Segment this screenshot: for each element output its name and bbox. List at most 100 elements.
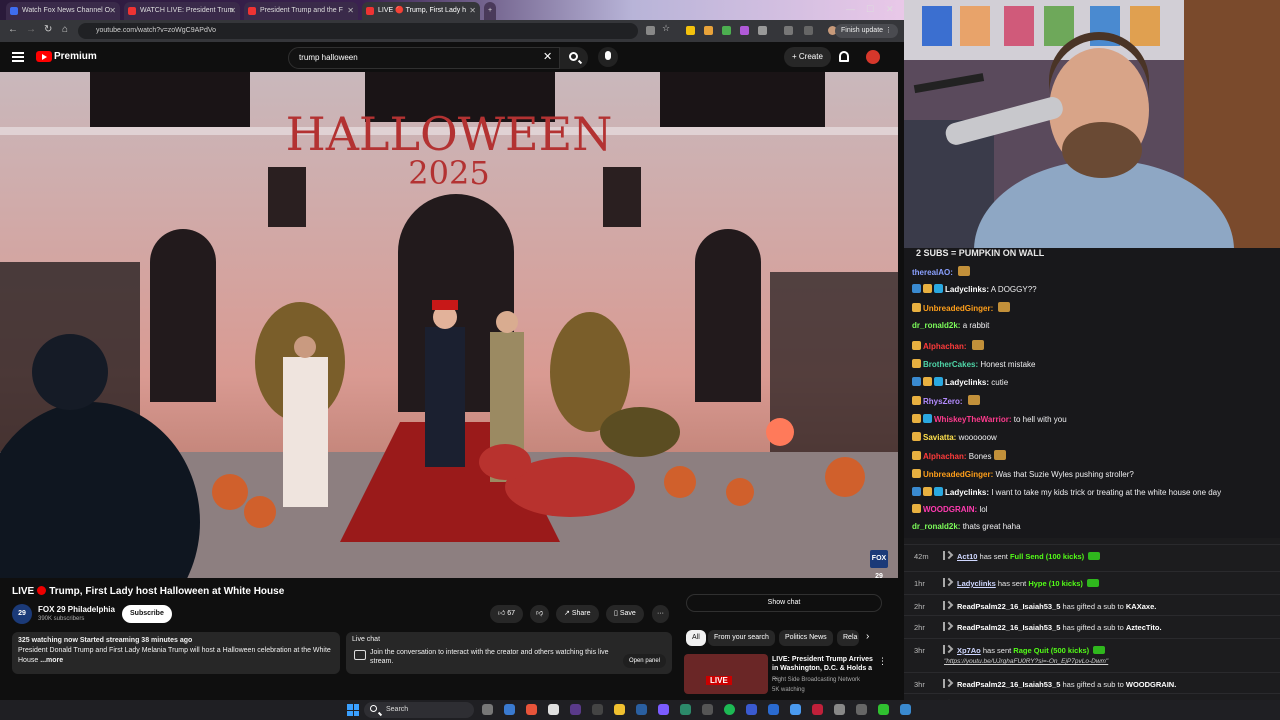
app-icon[interactable] bbox=[812, 704, 823, 715]
open-panel-button[interactable]: Open panel bbox=[622, 654, 666, 668]
chrome-icon[interactable] bbox=[526, 704, 537, 715]
cast-icon[interactable] bbox=[646, 26, 655, 35]
download-icon[interactable] bbox=[804, 26, 813, 35]
event-username[interactable]: Act10 bbox=[957, 552, 977, 561]
event-username[interactable]: ReadPsalm22_16_Isaiah53_5 bbox=[957, 623, 1060, 632]
chat-username[interactable]: Alphachan: bbox=[923, 342, 967, 351]
chevron-right-icon[interactable]: › bbox=[866, 631, 869, 642]
bookmark-star-icon[interactable]: ☆ bbox=[662, 23, 671, 33]
tab-watch-live[interactable]: WATCH LIVE: President Trum ✕ bbox=[124, 2, 240, 20]
chat-username[interactable]: Ladyclinks: bbox=[945, 285, 989, 294]
description-box[interactable]: 325 watching now Started streaming 38 mi… bbox=[12, 632, 340, 674]
chip-politics-news[interactable]: Politics News bbox=[779, 630, 833, 646]
recommended-thumbnail[interactable]: LIVE bbox=[684, 654, 768, 694]
discord-icon[interactable] bbox=[658, 704, 669, 715]
more-link[interactable]: ...more bbox=[40, 657, 63, 664]
chip-from-your-search[interactable]: From your search bbox=[708, 630, 775, 646]
extension-icon[interactable] bbox=[722, 26, 731, 35]
chat-username[interactable]: dr_ronald2k: bbox=[912, 321, 960, 330]
clear-search-icon[interactable]: ✕ bbox=[543, 50, 552, 63]
app-icon[interactable] bbox=[834, 704, 845, 715]
chat-username[interactable]: Ladyclinks: bbox=[945, 378, 989, 387]
app-icon[interactable] bbox=[856, 704, 867, 715]
tab-president-trump[interactable]: President Trump and the F ✕ bbox=[244, 2, 358, 20]
extension-icon[interactable] bbox=[740, 26, 749, 35]
app-icon[interactable] bbox=[768, 704, 779, 715]
share-button[interactable]: ↗ Share bbox=[556, 605, 599, 623]
app-icon[interactable] bbox=[900, 704, 911, 715]
home-icon[interactable]: ⌂ bbox=[62, 24, 68, 35]
sidebar-icon[interactable] bbox=[784, 26, 793, 35]
obs-icon[interactable] bbox=[570, 704, 581, 715]
extensions-puzzle-icon[interactable] bbox=[758, 26, 767, 35]
search-input[interactable]: trump halloween bbox=[288, 47, 560, 69]
chip-all[interactable]: All bbox=[686, 630, 706, 646]
chat-username[interactable]: BrotherCakes: bbox=[923, 360, 978, 369]
chat-username[interactable]: RhysZero: bbox=[923, 397, 963, 406]
chat-username[interactable]: therealAO: bbox=[912, 268, 953, 277]
close-icon[interactable]: ✕ bbox=[229, 2, 236, 20]
close-icon[interactable]: ✕ bbox=[469, 2, 476, 20]
channel-avatar[interactable]: 29 bbox=[12, 604, 32, 624]
chat-username[interactable]: Alphachan: bbox=[923, 452, 967, 461]
app-icon[interactable] bbox=[790, 704, 801, 715]
chat-username[interactable]: Ladyclinks: bbox=[945, 488, 989, 497]
channel-name[interactable]: FOX 29 Philadelphia bbox=[38, 605, 115, 614]
back-icon[interactable]: ← bbox=[8, 24, 18, 35]
reload-icon[interactable]: ↻ bbox=[44, 24, 52, 35]
chrome-icon[interactable] bbox=[548, 704, 559, 715]
close-icon[interactable]: ✕ bbox=[109, 2, 116, 20]
chat-username[interactable]: UnbreadedGinger: bbox=[923, 304, 993, 313]
tab-fox-news[interactable]: Watch Fox News Channel O ✕ bbox=[6, 2, 120, 20]
video-player[interactable]: HALLOWEEN 2025 FOX 29 bbox=[0, 72, 898, 578]
steam-icon[interactable] bbox=[636, 704, 647, 715]
event-username[interactable]: ReadPsalm22_16_Isaiah53_5 bbox=[957, 680, 1060, 689]
event-username[interactable]: Ladyclinks bbox=[957, 579, 996, 588]
finish-update-button[interactable]: Finish update ⋮ bbox=[835, 24, 898, 38]
chat-username[interactable]: dr_ronald2k: bbox=[912, 522, 960, 531]
close-icon[interactable]: ✕ bbox=[347, 2, 354, 20]
tab-live-trump-halloween[interactable]: LIVE 🔴 Trump, First Lady h ✕ bbox=[362, 2, 480, 20]
forward-icon[interactable]: → bbox=[26, 24, 36, 35]
like-button[interactable]: 👍︎ 67 bbox=[490, 605, 524, 623]
chat-username[interactable]: UnbreadedGinger: bbox=[923, 470, 993, 479]
url-field[interactable]: youtube.com/watch?v=zoWgC9APdVo bbox=[78, 23, 638, 39]
chip-related[interactable]: Rela bbox=[837, 630, 859, 646]
more-vert-icon[interactable]: ⋮ bbox=[878, 656, 887, 667]
minimize-icon[interactable]: — bbox=[846, 4, 855, 14]
new-tab-button[interactable]: + bbox=[484, 2, 496, 20]
notifications-bell-icon[interactable] bbox=[839, 51, 849, 62]
extension-icon[interactable] bbox=[686, 26, 695, 35]
voice-search-button[interactable] bbox=[598, 47, 618, 67]
task-view-icon[interactable] bbox=[482, 704, 493, 715]
taskbar-search[interactable]: Search bbox=[364, 702, 474, 718]
account-avatar[interactable] bbox=[866, 50, 880, 64]
youtube-premium-label[interactable]: Premium bbox=[54, 51, 97, 62]
maximize-icon[interactable]: ☐ bbox=[866, 4, 874, 15]
dislike-button[interactable]: 👎︎ bbox=[530, 605, 550, 623]
windows-start-icon[interactable] bbox=[347, 704, 359, 716]
create-button[interactable]: + Create bbox=[784, 47, 831, 67]
event-username[interactable]: ReadPsalm22_16_Isaiah53_5 bbox=[957, 602, 1060, 611]
show-chat-button[interactable]: Show chat bbox=[686, 594, 882, 612]
event-message-link[interactable]: "https://youtu.be/UJrghaFU0RY?si=-On_EjP… bbox=[944, 658, 1108, 665]
hamburger-menu-icon[interactable] bbox=[12, 52, 24, 62]
recommended-channel[interactable]: Right Side Broadcasting Network bbox=[772, 677, 860, 683]
save-button[interactable]: ▯ Save bbox=[606, 605, 644, 623]
file-explorer-icon[interactable] bbox=[614, 704, 625, 715]
kick-icon[interactable] bbox=[878, 704, 889, 715]
extension-icon[interactable] bbox=[704, 26, 713, 35]
youtube-logo-icon[interactable] bbox=[36, 51, 52, 62]
chat-username[interactable]: WOODGRAIN: bbox=[923, 505, 977, 514]
app-icon[interactable] bbox=[746, 704, 757, 715]
search-button[interactable] bbox=[560, 47, 588, 69]
app-icon[interactable] bbox=[680, 704, 691, 715]
chat-username[interactable]: Saviatta: bbox=[923, 433, 956, 442]
more-actions-button[interactable]: ··· bbox=[652, 605, 669, 623]
app-icon[interactable] bbox=[592, 704, 603, 715]
app-icon[interactable] bbox=[702, 704, 713, 715]
app-icon[interactable] bbox=[504, 704, 515, 715]
subscribe-button[interactable]: Subscribe bbox=[122, 605, 172, 623]
chat-username[interactable]: WhiskeyTheWarrior: bbox=[934, 415, 1012, 424]
spotify-icon[interactable] bbox=[724, 704, 735, 715]
